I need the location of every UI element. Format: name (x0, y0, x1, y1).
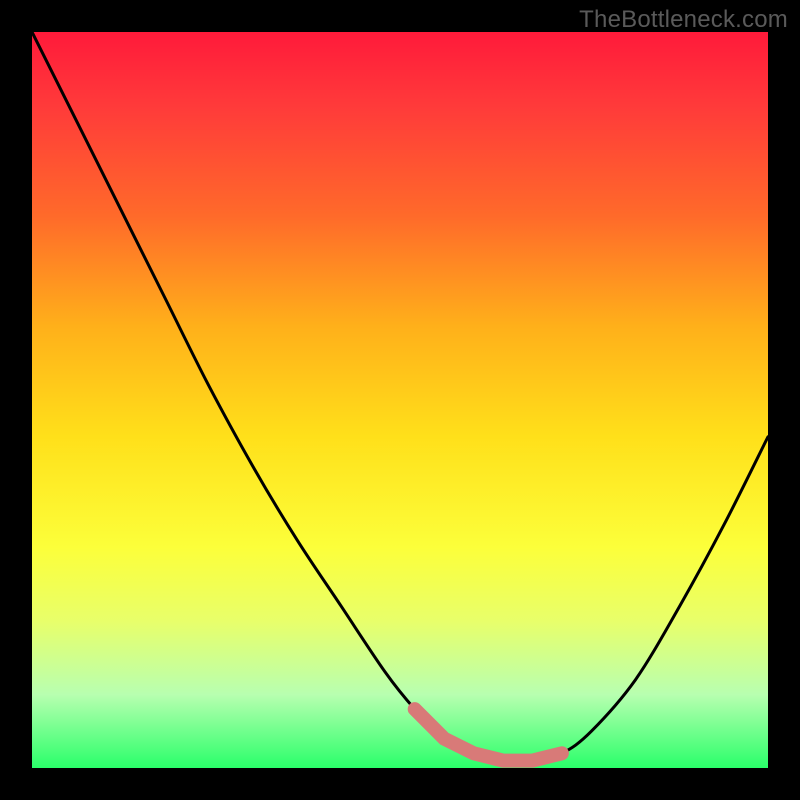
curve-svg (32, 32, 768, 768)
bottleneck-curve (32, 32, 768, 762)
optimal-flat-region (415, 709, 562, 761)
watermark-text: TheBottleneck.com (579, 6, 788, 34)
chart-frame: TheBottleneck.com (0, 0, 800, 800)
plot-area (32, 32, 768, 768)
